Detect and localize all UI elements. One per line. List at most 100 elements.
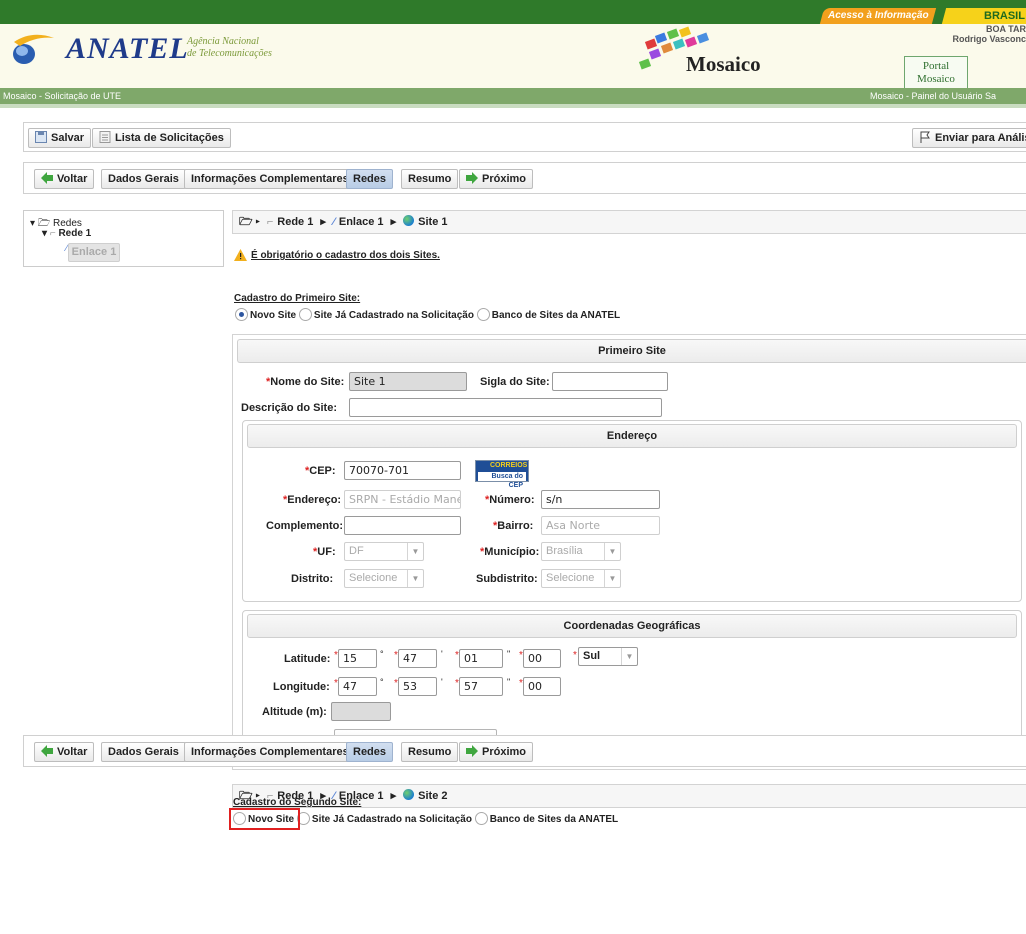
arrow-left-icon: [41, 745, 53, 757]
radio-registered-site-2[interactable]: Site Já Cadastrado na Solicitação: [296, 812, 472, 825]
crumb-link[interactable]: Enlace 1: [339, 216, 384, 228]
longitude-seconds-field[interactable]: 57: [459, 677, 503, 696]
radio-registered-site[interactable]: Site Já Cadastrado na Solicitação: [298, 308, 474, 321]
request-list-button[interactable]: Lista de Solicitações: [92, 128, 231, 148]
tab-networks[interactable]: Redes: [346, 169, 394, 189]
warning-message: É obrigatório o cadastro dos dois Sites.: [251, 250, 440, 261]
tab-summary-bottom[interactable]: Resumo: [401, 742, 459, 762]
site-description-field[interactable]: [349, 398, 662, 417]
tab-networks-bottom[interactable]: Redes: [346, 742, 394, 762]
site-name-field[interactable]: Site 1: [349, 372, 467, 391]
tree-node-link[interactable]: ⁄ Enlace 1: [66, 243, 121, 262]
tree-node-network[interactable]: ▾ ⌐ Rede 1: [42, 228, 91, 239]
crumb-site[interactable]: Site 1: [418, 216, 447, 228]
tab-summary[interactable]: Resumo: [401, 169, 459, 189]
arrow-right-icon: [466, 745, 478, 757]
chevron-right-icon: ▸: [390, 790, 397, 802]
arrow-left-icon: [41, 172, 53, 184]
globe-icon: [403, 789, 415, 800]
network-icon: ⌐: [49, 228, 56, 239]
minute-symbol: ': [441, 677, 443, 687]
crumb-site[interactable]: Site 2: [418, 790, 447, 802]
latitude-label: Latitude:: [284, 653, 331, 665]
uf-select[interactable]: DF ▼: [344, 542, 424, 561]
back-button[interactable]: Voltar: [34, 169, 95, 189]
longitude-minutes-field[interactable]: 53: [398, 677, 437, 696]
radio-anatel-bank[interactable]: Banco de Sites da ANATEL: [476, 308, 620, 321]
sub-navigation-bar: Mosaico - Solicitação de UTE Mosaico - P…: [0, 88, 1026, 104]
uf-label: *UF:: [313, 546, 336, 558]
latitude-decimal-field[interactable]: 00: [523, 649, 561, 668]
altitude-label: Altitude (m):: [262, 706, 327, 718]
latitude-degrees-field[interactable]: 15: [338, 649, 377, 668]
tab-complementary-info-bottom[interactable]: Informações Complementares: [184, 742, 356, 762]
longitude-degrees-field[interactable]: 47: [338, 677, 377, 696]
coordinates-section-title: Coordenadas Geográficas: [247, 614, 1017, 638]
site1-breadcrumb: 🗁 ▸ ⌐ Rede 1 ▸ ⁄ Enlace 1 ▸ Site 1: [232, 210, 1026, 234]
latitude-minutes-field[interactable]: 47: [398, 649, 437, 668]
street-label: *Endereço:: [283, 494, 342, 506]
radio-anatel-bank-2[interactable]: Banco de Sites da ANATEL: [474, 812, 618, 825]
brasil-link[interactable]: BRASIL: [941, 8, 1026, 24]
radio-new-site[interactable]: Novo Site: [235, 308, 296, 321]
second-symbol: ": [507, 677, 511, 687]
site-acronym-label: Sigla do Site:: [480, 376, 550, 388]
hemisphere-select[interactable]: Sul ▼: [578, 647, 638, 666]
city-select[interactable]: Brasília ▼: [541, 542, 621, 561]
chevron-down-icon: ▼: [604, 543, 620, 560]
first-site-panel-title: Primeiro Site: [237, 339, 1026, 363]
mosaico-logo-text: Mosaico: [686, 52, 761, 76]
degree-symbol: °: [380, 677, 384, 687]
chevron-right-icon: ▸: [390, 216, 397, 228]
next-button-bottom[interactable]: Próximo: [459, 742, 534, 762]
warning-icon: [234, 249, 247, 261]
distrito-label: Distrito:: [291, 573, 334, 585]
degree-symbol: °: [380, 649, 384, 659]
chevron-down-icon: ▼: [604, 570, 620, 587]
link-icon: ⁄: [333, 216, 335, 228]
number-field[interactable]: s/n: [541, 490, 660, 509]
tab-general-data-bottom[interactable]: Dados Gerais: [101, 742, 186, 762]
complement-field[interactable]: [344, 516, 461, 535]
distrito-select[interactable]: Selecione ▼: [344, 569, 424, 588]
page-breadcrumb: Mosaico - Solicitação de UTE: [3, 91, 122, 101]
portal-mosaico-tab[interactable]: Portal Mosaico: [904, 56, 968, 88]
street-field[interactable]: SRPN - Estádio Mané G: [344, 490, 461, 509]
longitude-decimal-field[interactable]: 00: [523, 677, 561, 696]
district-label: *Bairro:: [493, 520, 534, 532]
site-description-label: Descrição do Site:: [241, 402, 337, 414]
next-button[interactable]: Próximo: [459, 169, 534, 189]
subdistrito-label: Subdistrito:: [476, 573, 538, 585]
district-field[interactable]: Asa Norte: [541, 516, 660, 535]
second-site-title: Cadastro do Segundo Site:: [233, 797, 362, 808]
highlight-box: [229, 808, 300, 830]
save-button[interactable]: Salvar: [28, 128, 92, 148]
subdistrito-select[interactable]: Selecione ▼: [541, 569, 621, 588]
acesso-informacao-link[interactable]: Acesso à Informação: [819, 8, 937, 24]
site-acronym-field[interactable]: [552, 372, 668, 391]
list-icon: [99, 131, 111, 143]
send-for-analysis-button[interactable]: Enviar para Análise: [912, 128, 1026, 148]
altitude-field[interactable]: [331, 702, 391, 721]
back-button-bottom[interactable]: Voltar: [34, 742, 95, 762]
cep-label: *CEP:: [305, 465, 336, 477]
correios-cep-search-button[interactable]: CORREIOS Busca do CEP: [475, 460, 529, 489]
tab-complementary-info[interactable]: Informações Complementares: [184, 169, 356, 189]
cep-field[interactable]: 70070-701: [344, 461, 461, 480]
folder-icon: 🗁 ▸: [239, 216, 260, 228]
tab-general-data[interactable]: Dados Gerais: [101, 169, 186, 189]
number-label: *Número:: [485, 494, 535, 506]
chevron-down-icon: ▼: [621, 648, 637, 665]
chevron-down-icon: ▼: [407, 570, 423, 587]
crumb-network[interactable]: Rede 1: [277, 216, 313, 228]
complement-label: Complemento:: [266, 520, 343, 532]
first-site-title: Cadastro do Primeiro Site:: [234, 293, 361, 304]
arrow-right-icon: [466, 172, 478, 184]
user-panel-link[interactable]: Mosaico - Painel do Usuário Sa: [870, 88, 996, 104]
latitude-seconds-field[interactable]: 01: [459, 649, 503, 668]
subnav-divider: [0, 104, 1026, 108]
network-icon: ⌐: [266, 216, 274, 228]
minute-symbol: ': [441, 649, 443, 659]
longitude-label: Longitude:: [273, 681, 330, 693]
chevron-right-icon: ▸: [320, 216, 326, 228]
